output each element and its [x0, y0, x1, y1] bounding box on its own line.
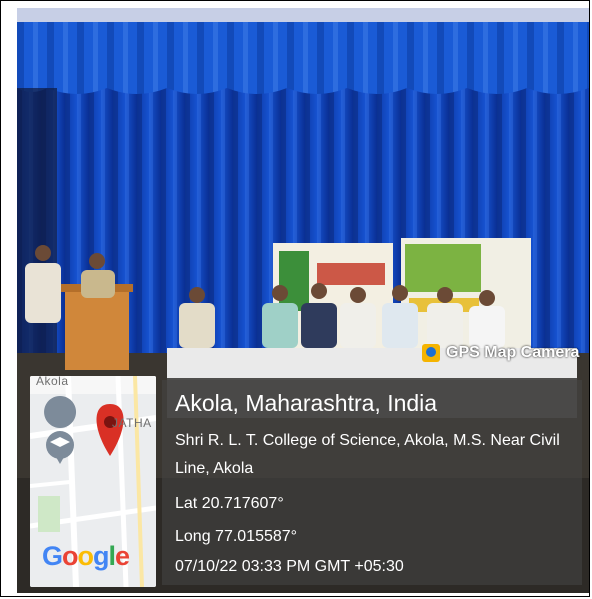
address-line-1: Shri R. L. T. College of Science, Akola,…	[175, 432, 560, 449]
address-line-2: Line, Akola	[175, 460, 254, 477]
latitude: Lat 20.717607°	[175, 495, 284, 512]
map-place-label: Akola	[36, 376, 69, 388]
location-info-panel: Akola, Maharashtra, India Shri R. L. T. …	[162, 380, 582, 585]
gps-camera-badge: GPS Map Camera	[422, 344, 579, 362]
location-title: Akola, Maharashtra, India	[175, 390, 438, 416]
gps-camera-label: GPS Map Camera	[446, 344, 580, 361]
camera-pin-icon	[422, 344, 440, 362]
map-thumbnail: Akola JATHA Google	[30, 376, 156, 587]
datetime: 07/10/22 03:33 PM GMT +05:30	[175, 558, 404, 575]
google-logo: Google	[42, 541, 130, 571]
longitude: Long 77.015587°	[175, 528, 298, 545]
event-photo: GPS Map Camera Akola JATHA Google Akola,…	[17, 8, 589, 593]
graduation-cap-icon	[44, 396, 77, 428]
map-area-label: JATHA	[112, 416, 152, 430]
